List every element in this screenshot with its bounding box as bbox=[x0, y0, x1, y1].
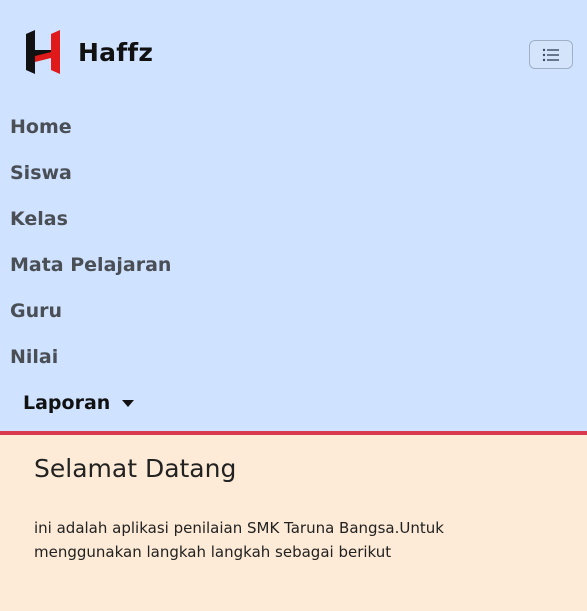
caret-down-icon bbox=[122, 399, 135, 407]
navbar-toggler-button[interactable] bbox=[529, 40, 573, 69]
navbar: Haffz Home Siswa Kelas Mata Pelajaran Gu… bbox=[0, 0, 587, 431]
brand-name: Haffz bbox=[78, 37, 154, 67]
nav-item-home[interactable]: Home bbox=[10, 104, 72, 150]
nav-dropdown-laporan[interactable]: Laporan bbox=[23, 380, 135, 426]
accent-divider bbox=[0, 431, 587, 435]
nav-item-guru[interactable]: Guru bbox=[10, 288, 62, 334]
nav-dropdown-label: Laporan bbox=[23, 392, 111, 414]
nav-item-mata-pelajaran[interactable]: Mata Pelajaran bbox=[10, 242, 171, 288]
brand[interactable]: Haffz bbox=[24, 28, 153, 76]
intro-paragraph: ini adalah aplikasi penilaian SMK Taruna… bbox=[34, 519, 444, 561]
brand-logo-icon bbox=[26, 30, 60, 74]
main-content: Selamat Datang ini adalah aplikasi penil… bbox=[34, 452, 554, 564]
list-icon bbox=[542, 48, 559, 61]
nav-item-nilai[interactable]: Nilai bbox=[10, 334, 58, 380]
nav-item-kelas[interactable]: Kelas bbox=[10, 196, 68, 242]
page-title: Selamat Datang bbox=[34, 454, 237, 483]
nav-item-siswa[interactable]: Siswa bbox=[10, 150, 72, 196]
